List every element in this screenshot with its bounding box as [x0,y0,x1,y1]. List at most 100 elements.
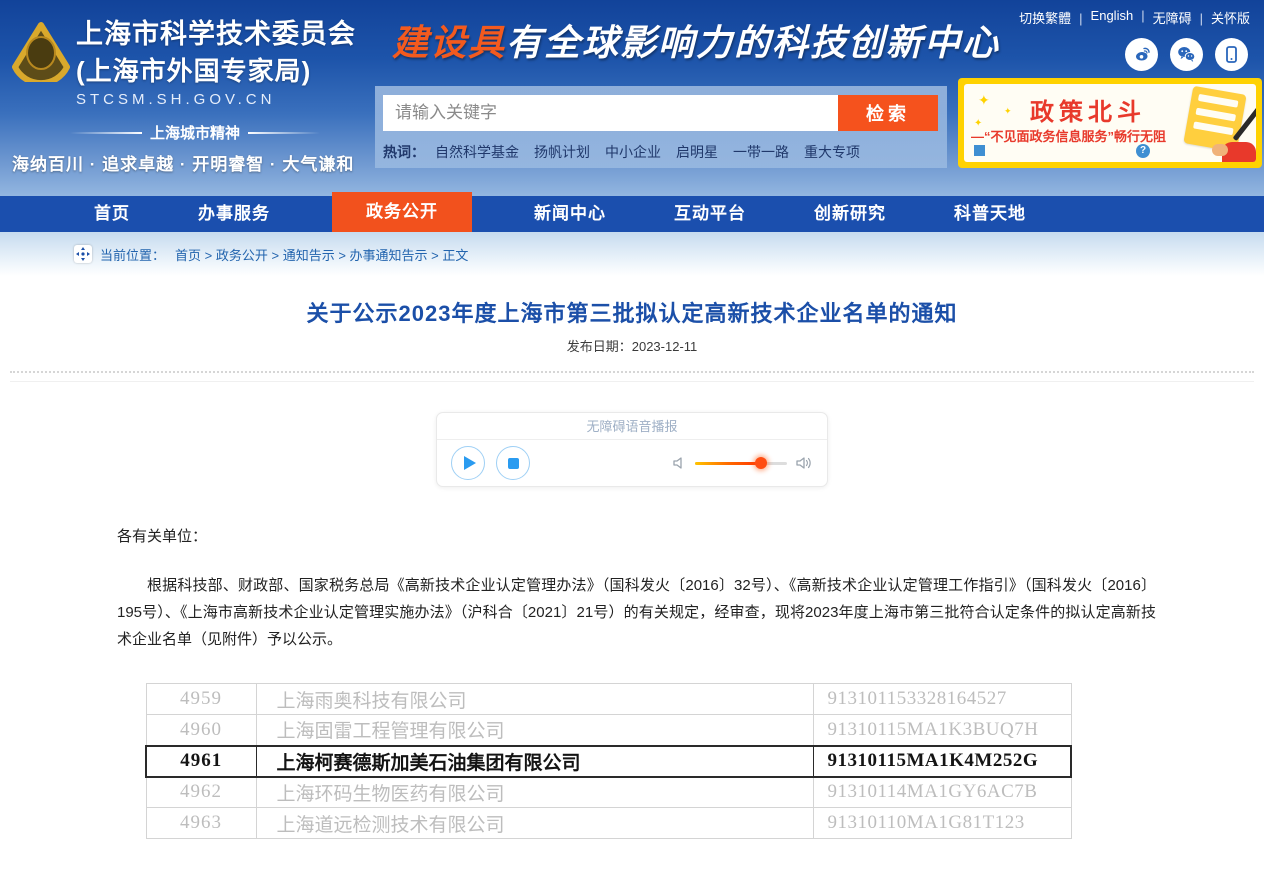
banner-subtitle: —“不见面政务信息服务”畅行无阻 [971,126,1166,145]
salutation: 各有关单位： [117,525,1264,546]
volume-fill [695,462,761,465]
banner-inner: ✦ ✦ ✦ 政策北斗 —“不见面政务信息服务”畅行无阻 ? [964,84,1256,162]
hotword-link[interactable]: 一带一路 [733,142,789,162]
publish-date-value: 2023-12-11 [632,339,698,354]
breadcrumb-label: 当前位置： [100,245,165,264]
cell-credit-code: 91310115MA1K3BUQ7H [813,715,1071,746]
search-panel: 检索 热词： 自然科学基金扬帆计划中小企业启明星一带一路重大专项 [375,86,947,168]
notice-paragraph: 根据科技部、财政部、国家税务总局《高新技术企业认定管理办法》（国科发火〔2016… [117,572,1156,653]
weibo-icon[interactable] [1125,38,1158,71]
main-nav: 首页办事服务政务公开新闻中心互动平台创新研究科普天地 [0,196,1264,232]
hotword-link[interactable]: 重大专项 [804,142,860,162]
utility-link[interactable]: English [1091,8,1153,27]
location-compass-icon [74,245,92,263]
hotword-link[interactable]: 启明星 [676,142,718,162]
cell-credit-code: 91310110MA1G81T123 [813,808,1071,839]
banner-title: 政策北斗 [1030,92,1146,127]
tts-player: 无障碍语音播报 [436,412,828,487]
hand-illustration [1222,142,1256,162]
utility-link[interactable]: 切换繁體 [1019,8,1090,27]
hotword-link[interactable]: 扬帆计划 [534,142,590,162]
policy-beidou-banner[interactable]: ✦ ✦ ✦ 政策北斗 —“不见面政务信息服务”畅行无阻 ? [958,78,1262,168]
volume-slider[interactable] [695,462,787,465]
wechat-icon[interactable] [1170,38,1203,71]
speaker-low-icon [671,455,687,471]
divider-line [70,132,142,134]
speaker-high-icon [795,455,813,471]
breadcrumb-item[interactable]: 通知告示 [283,245,350,264]
cell-credit-code: 913101153328164527 [813,684,1071,715]
decor-square [974,145,985,156]
site-logo-icon[interactable] [10,20,72,82]
table-row[interactable]: 4961 上海柯赛德斯加美石油集团有限公司 91310115MA1K4M252G [146,746,1071,777]
nav-item[interactable]: 首页 [88,196,136,232]
top-utility-links: 切换繁體English无障碍关怀版 [1019,8,1250,27]
hotwords-label: 热词： [383,142,425,162]
page-title: 关于公示2023年度上海市第三批拟认定高新技术企业名单的通知 [0,296,1264,328]
social-icons [1125,38,1248,71]
breadcrumb: 当前位置： 首页政务公开通知告示办事通知告示正文 [0,232,1264,276]
org-name-line1: 上海市科学技术委员会 [76,12,356,51]
tts-player-title: 无障碍语音播报 [437,413,827,440]
cell-serial-number: 4960 [146,715,256,746]
table-row[interactable]: 4959 上海雨奥科技有限公司 913101153328164527 [146,684,1071,715]
calligraphy-slogan: 建设具有全球影响力的科技创新中心 [392,14,1000,66]
breadcrumb-item[interactable]: 正文 [442,245,468,264]
divider-line [248,132,320,134]
enterprise-table: 4959 上海雨奥科技有限公司 913101153328164527 4960 … [145,683,1072,839]
cell-company-name: 上海固雷工程管理有限公司 [256,715,813,746]
nav-item[interactable]: 办事服务 [192,196,276,232]
cell-credit-code: 91310114MA1GY6AC7B [813,777,1071,808]
nav-item[interactable]: 政务公开 [332,192,472,232]
search-button[interactable]: 检索 [838,95,938,131]
play-icon [464,456,476,470]
hairline-divider [10,381,1254,382]
nav-item[interactable]: 创新研究 [808,196,892,232]
table-row[interactable]: 4963 上海道远检测技术有限公司 91310110MA1G81T123 [146,808,1071,839]
breadcrumb-item[interactable]: 首页 [175,245,216,264]
publish-date: 发布日期：2023-12-11 [0,336,1264,355]
stop-icon [508,458,519,469]
cell-company-name: 上海环码生物医药有限公司 [256,777,813,808]
city-spirit-label: 上海城市精神 [150,122,240,143]
city-spirit: 上海城市精神 [70,122,320,143]
utility-link[interactable]: 关怀版 [1211,8,1250,27]
cell-serial-number: 4959 [146,684,256,715]
cell-company-name: 上海雨奥科技有限公司 [256,684,813,715]
hotwords-row: 热词： 自然科学基金扬帆计划中小企业启明星一带一路重大专项 [383,142,939,162]
mobile-icon[interactable] [1215,38,1248,71]
utility-link[interactable]: 无障碍 [1153,8,1211,27]
org-title-block: 上海市科学技术委员会 (上海市外国专家局) STCSM.SH.GOV.CN [76,12,356,108]
breadcrumb-item[interactable]: 办事通知告示 [350,245,443,264]
nav-item[interactable]: 科普天地 [948,196,1032,232]
stop-button[interactable] [496,446,530,480]
city-motto: 海纳百川 · 追求卓越 · 开明睿智 · 大气谦和 [12,150,354,175]
slogan-rest: 有全球影响力的科技创新中心 [506,22,1000,64]
breadcrumb-item[interactable]: 政务公开 [216,245,283,264]
hotword-link[interactable]: 中小企业 [605,142,661,162]
sparkle-icon: ✦ [1004,106,1012,117]
breadcrumb-links: 首页政务公开通知告示办事通知告示正文 [175,245,468,264]
cell-serial-number: 4962 [146,777,256,808]
search-input[interactable] [383,95,838,131]
org-domain: STCSM.SH.GOV.CN [76,91,356,108]
publish-date-label: 发布日期： [567,339,632,354]
nav-item[interactable]: 互动平台 [668,196,752,232]
org-name-line2: (上海市外国专家局) [76,51,356,88]
cell-company-name: 上海柯赛德斯加美石油集团有限公司 [256,746,813,777]
hotword-links: 自然科学基金扬帆计划中小企业启明星一带一路重大专项 [435,142,875,162]
cell-serial-number: 4961 [146,746,256,777]
sparkle-icon: ✦ [978,92,990,109]
volume-control [671,455,813,471]
play-button[interactable] [451,446,485,480]
site-header: 上海市科学技术委员会 (上海市外国专家局) STCSM.SH.GOV.CN 上海… [0,0,1264,196]
nav-item[interactable]: 新闻中心 [528,196,612,232]
question-icon: ? [1136,144,1150,158]
dotted-divider [10,371,1254,373]
slogan-highlight: 建设具 [392,22,506,64]
hotword-link[interactable]: 自然科学基金 [435,142,519,162]
cell-credit-code: 91310115MA1K4M252G [813,746,1071,777]
volume-knob[interactable] [755,457,767,469]
table-row[interactable]: 4962 上海环码生物医药有限公司 91310114MA1GY6AC7B [146,777,1071,808]
table-row[interactable]: 4960 上海固雷工程管理有限公司 91310115MA1K3BUQ7H [146,715,1071,746]
